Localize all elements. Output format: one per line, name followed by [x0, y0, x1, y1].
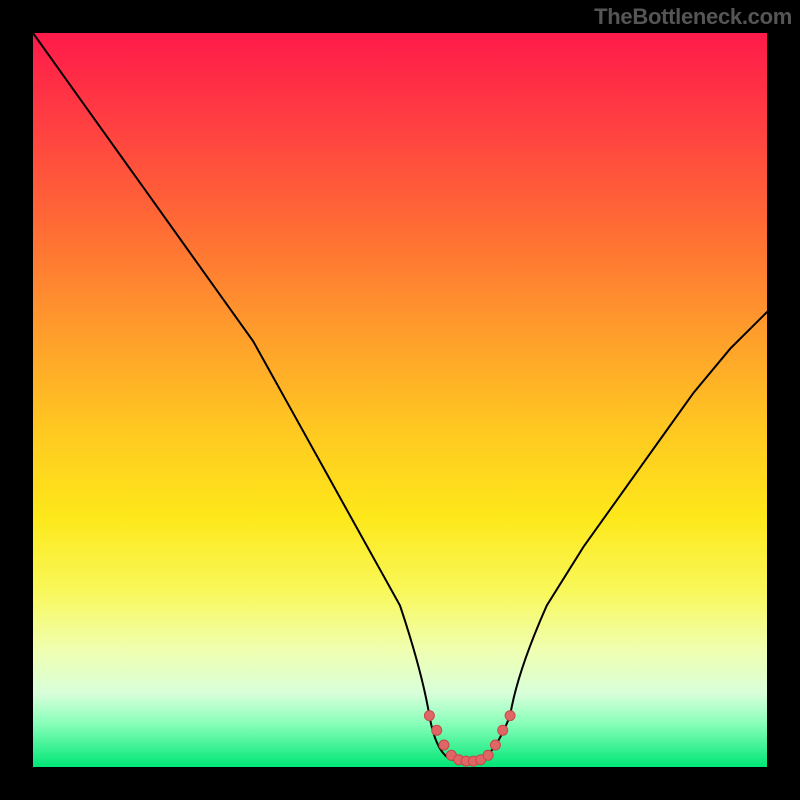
watermark-text: TheBottleneck.com [594, 4, 792, 30]
chart-frame: TheBottleneck.com [0, 0, 800, 800]
marker-dot [498, 725, 508, 735]
marker-dot [505, 711, 515, 721]
highlight-markers [424, 711, 515, 767]
plot-area [33, 33, 767, 767]
marker-dot [432, 725, 442, 735]
bottleneck-curve [33, 33, 767, 761]
marker-dot [490, 740, 500, 750]
chart-svg [33, 33, 767, 767]
marker-dot [424, 711, 434, 721]
marker-dot [439, 740, 449, 750]
marker-dot [483, 750, 493, 760]
